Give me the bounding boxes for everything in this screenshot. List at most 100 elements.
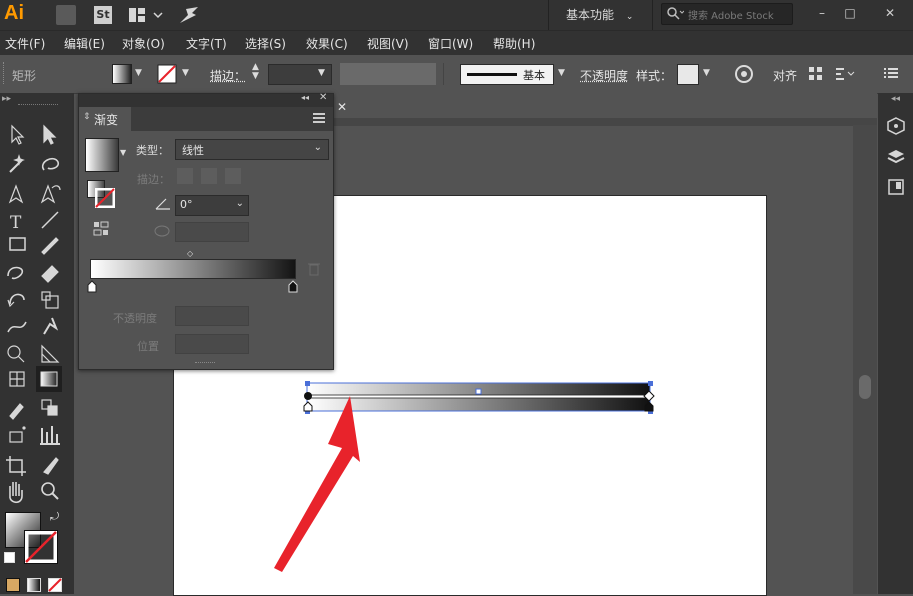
object-type-label: 矩形 xyxy=(12,69,37,83)
chevron-down-icon[interactable]: ⌄ xyxy=(236,198,244,209)
close-panel-icon[interactable]: ✕ xyxy=(319,92,327,103)
hamburger-menu-icon xyxy=(884,68,898,78)
graphic-style-swatch[interactable] xyxy=(677,64,699,85)
type-icon: T xyxy=(10,213,22,233)
panel-resize-grip[interactable] xyxy=(195,362,215,366)
gpu-performance-icon[interactable] xyxy=(178,5,200,28)
gradient-stop-left[interactable] xyxy=(87,280,97,296)
menu-object[interactable]: 对象(O) xyxy=(122,35,165,52)
paintbrush-icon xyxy=(41,237,59,255)
menu-effect[interactable]: 效果(C) xyxy=(306,35,348,52)
panel-title: 渐变 xyxy=(94,113,119,127)
menu-window[interactable]: 窗口(W) xyxy=(428,35,473,52)
divider xyxy=(443,63,444,85)
center-handle[interactable] xyxy=(475,388,482,395)
control-bar-grip[interactable] xyxy=(3,62,8,84)
collapse-dock-icon[interactable]: ◂◂ xyxy=(878,94,913,104)
perspective-grid-icon xyxy=(41,344,60,363)
menu-edit[interactable]: 编辑(E) xyxy=(64,35,105,52)
panel-menu-button[interactable] xyxy=(884,67,898,82)
bridge-icon[interactable] xyxy=(56,5,76,25)
fill-swatch[interactable] xyxy=(112,64,132,84)
panel-header[interactable]: ◂◂ ✕ xyxy=(79,92,333,107)
minimize-button[interactable]: – xyxy=(808,2,836,24)
location-label: 位置 xyxy=(137,340,159,353)
gradient-type-value: 线性 xyxy=(182,144,204,157)
chevron-down-icon[interactable]: ▼ xyxy=(558,68,565,78)
delete-stop-button[interactable] xyxy=(308,262,320,279)
artboard-icon xyxy=(6,456,26,476)
stroke-swatch[interactable] xyxy=(157,64,177,87)
swap-fill-stroke-icon[interactable]: ⤾ xyxy=(50,510,59,524)
gradient-stop-right[interactable] xyxy=(288,280,298,296)
workspace-switcher[interactable]: 基本功能 ⌄ xyxy=(566,6,633,23)
transform-button[interactable] xyxy=(808,66,824,85)
isolate-button[interactable] xyxy=(834,66,856,85)
menu-file[interactable]: 文件(F) xyxy=(5,35,45,52)
recolor-artwork-button[interactable] xyxy=(734,64,754,87)
stock-button[interactable]: St xyxy=(94,6,112,24)
chevron-down-icon[interactable]: ▼ xyxy=(182,68,189,78)
align-label[interactable]: 对齐 xyxy=(773,67,797,84)
libraries-icon[interactable] xyxy=(886,117,906,137)
column-graph-icon xyxy=(40,426,60,445)
brush-definition-field[interactable]: 基本 xyxy=(460,64,554,85)
chevron-down-icon: ⌄ xyxy=(313,142,322,153)
panel-options-button[interactable] xyxy=(313,112,325,126)
gradient-slider[interactable] xyxy=(90,259,296,279)
none-icon xyxy=(48,578,62,592)
stroke-label[interactable]: 描边： xyxy=(210,67,246,84)
menu-select[interactable]: 选择(S) xyxy=(245,35,286,52)
divider xyxy=(652,0,653,30)
red-arrow-annotation xyxy=(274,396,360,572)
reverse-gradient-button[interactable] xyxy=(93,221,109,240)
resize-handle[interactable] xyxy=(648,381,653,386)
close-button[interactable]: ✕ xyxy=(876,2,904,24)
width-icon xyxy=(7,321,27,333)
stroke-weight-stepper[interactable]: ▲ ▼ xyxy=(252,63,259,81)
rectangle-icon xyxy=(9,237,26,251)
chevron-down-icon[interactable]: ▼ xyxy=(120,148,126,157)
toolbar-grip[interactable] xyxy=(18,104,58,107)
gradient-mode-button[interactable] xyxy=(27,578,41,592)
no-stroke-icon xyxy=(157,64,177,84)
resize-handle[interactable] xyxy=(305,381,310,386)
artboards-icon[interactable] xyxy=(886,178,906,198)
gradient-preview-swatch[interactable] xyxy=(85,138,119,172)
document-tab-close[interactable]: ✕ xyxy=(332,96,352,118)
chevron-down-icon[interactable]: ▼ xyxy=(318,68,325,78)
chevron-down-icon: ⌄ xyxy=(625,12,634,22)
expand-toolbar-icon[interactable]: ▸▸ xyxy=(2,94,11,104)
vertical-scrollbar[interactable] xyxy=(853,125,877,594)
style-label: 样式： xyxy=(636,69,673,83)
opacity-label[interactable]: 不透明度 xyxy=(580,67,628,84)
stroke-proxy-swatch[interactable] xyxy=(94,187,116,211)
color-mode-button[interactable] xyxy=(6,578,20,592)
isolate-icon xyxy=(836,68,855,80)
chevron-down-icon[interactable]: ▼ xyxy=(135,68,142,78)
gradient-icon xyxy=(40,371,58,387)
gradient-midpoint-handle[interactable]: ◇ xyxy=(187,249,193,258)
eyedropper-icon xyxy=(9,403,24,420)
maximize-button[interactable]: □ xyxy=(836,2,864,24)
menu-view[interactable]: 视图(V) xyxy=(367,35,409,52)
selection-icon xyxy=(11,124,25,145)
gradient-type-select[interactable]: 线性 ⌄ xyxy=(175,139,329,160)
menu-type[interactable]: 文字(T) xyxy=(186,35,227,52)
layers-icon[interactable] xyxy=(886,148,906,168)
tools-grid: T xyxy=(6,124,62,504)
collapse-panel-icon[interactable]: ◂◂ xyxy=(301,93,309,102)
scrollbar-thumb[interactable] xyxy=(859,375,871,399)
chevron-down-icon[interactable]: ▼ xyxy=(703,68,710,78)
right-dock xyxy=(878,93,913,594)
stroke-color-swatch[interactable] xyxy=(23,529,59,567)
default-colors-icon[interactable] xyxy=(4,552,15,563)
none-mode-button[interactable] xyxy=(48,578,62,595)
lasso-icon xyxy=(41,157,60,171)
angle-field[interactable]: 0° ⌄ xyxy=(175,195,249,216)
tab-gradient[interactable]: ⇕ 渐变 xyxy=(79,107,131,131)
variable-width-profile[interactable] xyxy=(340,63,436,85)
arrange-documents-button[interactable] xyxy=(128,6,164,27)
no-stroke-icon xyxy=(94,187,116,209)
menu-help[interactable]: 帮助(H) xyxy=(493,35,535,52)
